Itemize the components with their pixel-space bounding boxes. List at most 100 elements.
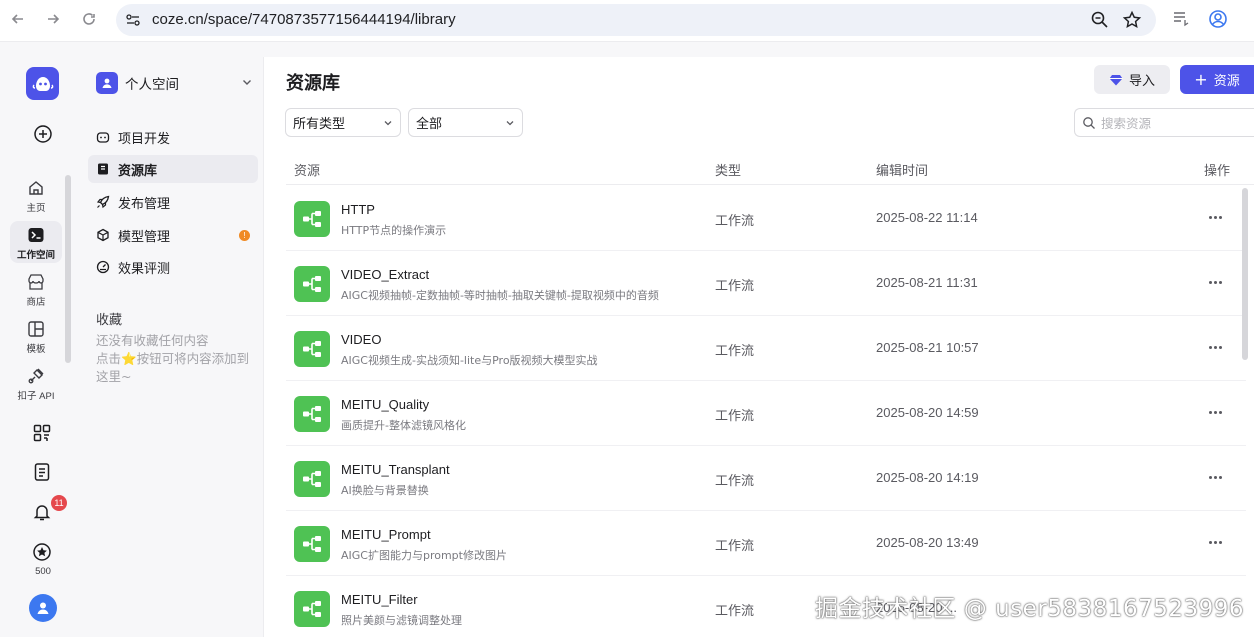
favorites-empty-text: 还没有收藏任何内容 点击⭐按钮可将内容添加到 这里~ — [96, 332, 256, 386]
sidebar-item-label: 发布管理 — [118, 196, 171, 212]
resource-description: AIGC视频抽帧-定数抽帧-等时抽帧-抽取关键帧-提取视频中的音频 — [341, 289, 659, 302]
resource-name: MEITU_Transplant — [341, 462, 450, 477]
more-actions-icon[interactable] — [1204, 273, 1226, 291]
sidebar-item-label: 模型管理 — [118, 229, 171, 245]
workflow-icon — [294, 526, 330, 562]
table-row[interactable]: VIDEO AIGC视频生成-实战须知-lite与Pro版视频大模型实战 工作流… — [286, 316, 1246, 381]
type-filter-value: 所有类型 — [293, 117, 346, 132]
table-scrollbar[interactable] — [1242, 188, 1248, 360]
rail-scrollbar[interactable] — [65, 175, 71, 363]
more-actions-icon[interactable] — [1204, 338, 1226, 356]
table-row[interactable]: MEITU_Prompt AIGC扩图能力与prompt修改图片 工作流 202… — [286, 511, 1246, 576]
chevron-down-icon — [382, 117, 394, 129]
resource-type: 工作流 — [715, 604, 755, 619]
resource-name: MEITU_Quality — [341, 397, 430, 412]
cube-icon — [96, 228, 110, 242]
back-icon[interactable] — [8, 9, 28, 29]
import-label: 导入 — [1128, 74, 1155, 89]
store-icon — [26, 272, 46, 292]
resource-edit-time: 2025-08-20 13:49 — [876, 535, 979, 550]
address-bar[interactable]: coze.cn/space/7470873577156444194/librar… — [116, 4, 1156, 36]
space-selector[interactable]: 个人空间 — [96, 71, 254, 95]
api-plug-icon — [26, 366, 46, 386]
workflow-icon — [294, 461, 330, 497]
column-header-actions: 操作 — [1204, 164, 1231, 179]
import-button[interactable]: 导入 — [1094, 65, 1170, 94]
rail-item-home[interactable]: 主页 — [10, 174, 62, 216]
rail-item-store[interactable]: 商店 — [10, 268, 62, 310]
add-resource-button[interactable]: + 资源 — [1180, 65, 1254, 94]
home-icon — [26, 178, 46, 198]
profile-icon[interactable] — [1208, 9, 1228, 29]
watermark-text: 掘金技术社区 @ user5838167523996 — [815, 596, 1245, 622]
resource-name: MEITU_Prompt — [341, 527, 431, 542]
search-input[interactable] — [1101, 113, 1251, 133]
resource-name: MEITU_Filter — [341, 592, 418, 607]
resource-name: VIDEO_Extract — [341, 267, 430, 282]
rail-item-workspace[interactable]: 工作空间 — [10, 221, 62, 263]
terminal-icon — [26, 225, 46, 245]
star-icon: ⭐ — [121, 351, 137, 366]
space-name: 个人空间 — [125, 77, 179, 93]
bookmark-star-icon[interactable] — [1122, 10, 1142, 30]
chevron-down-icon — [504, 117, 516, 129]
rail-item-template[interactable]: 模板 — [10, 315, 62, 357]
document-icon[interactable] — [32, 462, 54, 484]
template-icon — [26, 319, 46, 339]
more-actions-icon[interactable] — [1204, 468, 1226, 486]
credits-count: 500 — [35, 566, 51, 577]
resource-type: 工作流 — [715, 409, 755, 424]
scope-filter-select[interactable]: 全部 — [408, 108, 523, 137]
sidebar-item-evaluation[interactable]: 效果评测 — [88, 253, 258, 281]
sidebar-item-models[interactable]: 模型管理 ! — [88, 221, 258, 249]
main-content: 资源库 导入 + 资源 所有类型 全部 资源 类型 编辑时间 操作 — [264, 57, 1254, 637]
sidebar-item-publish[interactable]: 发布管理 — [88, 188, 258, 216]
favorites-empty-line: 点击⭐按钮可将内容添加到 — [96, 351, 250, 366]
forward-icon[interactable] — [43, 9, 63, 29]
type-filter-select[interactable]: 所有类型 — [285, 108, 401, 137]
browser-toolbar: coze.cn/space/7470873577156444194/librar… — [0, 0, 1254, 42]
zoom-icon[interactable] — [1090, 10, 1110, 30]
coze-logo-icon[interactable] — [26, 67, 59, 100]
table-row[interactable]: HTTP HTTP节点的操作演示 工作流 2025-08-22 11:14 — [286, 186, 1246, 251]
page-title: 资源库 — [286, 73, 340, 94]
more-actions-icon[interactable] — [1204, 208, 1226, 226]
table-row[interactable]: VIDEO_Extract AIGC视频抽帧-定数抽帧-等时抽帧-抽取关键帧-提… — [286, 251, 1246, 316]
search-box[interactable] — [1074, 108, 1254, 137]
sidebar-item-projects[interactable]: 项目开发 — [88, 123, 258, 151]
credits-star-icon[interactable] — [32, 542, 54, 564]
table-header: 资源 类型 编辑时间 操作 — [286, 149, 1254, 185]
diamond-icon — [1109, 73, 1123, 87]
create-plus-icon[interactable] — [33, 124, 53, 144]
sidebar-item-label: 项目开发 — [118, 131, 171, 147]
sidebar-item-library[interactable]: 资源库 — [88, 155, 258, 183]
user-avatar[interactable] — [29, 594, 57, 622]
site-settings-icon[interactable] — [124, 11, 142, 29]
reload-icon[interactable] — [79, 9, 99, 29]
search-icon — [1082, 116, 1096, 130]
resource-type: 工作流 — [715, 539, 755, 554]
sidebar-item-label: 资源库 — [118, 163, 158, 179]
table-row[interactable]: MEITU_Quality 画质提升-整体滤镜风格化 工作流 2025-08-2… — [286, 381, 1246, 446]
reading-list-icon[interactable] — [1172, 9, 1192, 29]
rail-item-label: 主页 — [26, 203, 46, 214]
chevron-down-icon — [240, 75, 254, 89]
more-actions-icon[interactable] — [1204, 403, 1226, 421]
rail-item-label: 模板 — [26, 344, 46, 355]
apps-grid-icon[interactable] — [32, 423, 54, 445]
url-text: coze.cn/space/7470873577156444194/librar… — [152, 11, 456, 28]
resource-type: 工作流 — [715, 279, 755, 294]
app-rail: 主页 工作空间 商店 模板 扣子 API 11 500 — [0, 57, 82, 637]
workspace-sidebar: 个人空间 项目开发 资源库 发布管理 模型管理 ! 效果评测 收藏 还没有收藏任… — [82, 57, 264, 637]
rail-item-label: 扣子 API — [17, 391, 55, 402]
favorites-title: 收藏 — [96, 313, 123, 328]
warning-badge: ! — [239, 230, 250, 241]
more-actions-icon[interactable] — [1204, 533, 1226, 551]
table-row[interactable]: MEITU_Transplant AI换脸与背景替换 工作流 2025-08-2… — [286, 446, 1246, 511]
rail-item-api[interactable]: 扣子 API — [10, 362, 62, 404]
resource-description: AIGC扩图能力与prompt修改图片 — [341, 549, 507, 562]
resource-type: 工作流 — [715, 214, 755, 229]
resource-type: 工作流 — [715, 344, 755, 359]
rail-item-label: 工作空间 — [16, 250, 55, 261]
column-header-resource: 资源 — [294, 164, 321, 179]
